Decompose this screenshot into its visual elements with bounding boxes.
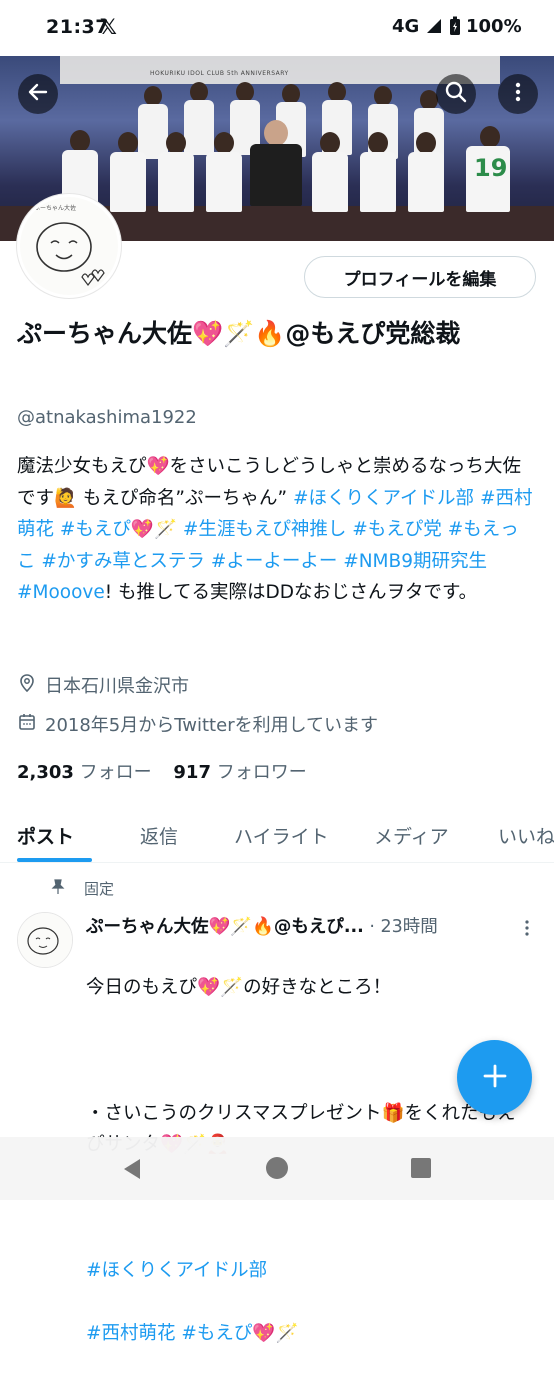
arrow-left-icon bbox=[26, 80, 50, 108]
compose-post-button[interactable] bbox=[457, 1040, 532, 1115]
post-author-name[interactable]: ぷーちゃん大佐💖🪄🔥@もえぴ... bbox=[86, 917, 364, 937]
post-hashtag[interactable]: #西村萌花 bbox=[86, 1323, 176, 1344]
bio-hashtag[interactable]: #かすみ草とステラ bbox=[41, 551, 205, 572]
post-author-avatar[interactable] bbox=[17, 912, 73, 968]
location-pin-icon bbox=[17, 673, 37, 698]
system-navigation-bar bbox=[0, 1137, 554, 1200]
search-icon bbox=[444, 80, 468, 108]
followers-link[interactable]: 917 フォロワー bbox=[173, 762, 306, 783]
profile-joined-date: 2018年5月からTwitterを利用しています bbox=[17, 711, 378, 737]
pinned-indicator: 固定 bbox=[50, 878, 114, 899]
tab-highlights[interactable]: ハイライト bbox=[234, 822, 329, 849]
post-more-icon[interactable] bbox=[518, 918, 536, 942]
search-button[interactable] bbox=[436, 74, 476, 114]
bio-hashtag[interactable]: #もえぴ党 bbox=[352, 519, 442, 540]
post-hashtag[interactable]: #ほくりくアイドル部 bbox=[86, 1260, 267, 1281]
status-bar: 21:37 𝕏 4G 100% bbox=[0, 0, 554, 56]
banner-shirt-number: 19 bbox=[474, 154, 508, 182]
post-hashtag[interactable]: #もえぴ bbox=[181, 1323, 252, 1344]
more-vertical-icon bbox=[506, 80, 530, 108]
bio-hashtag[interactable]: #ほくりくアイドル部 bbox=[293, 488, 474, 509]
battery-percent: 100% bbox=[466, 16, 522, 37]
active-tab-indicator bbox=[17, 858, 92, 862]
tab-replies[interactable]: 返信 bbox=[140, 822, 178, 849]
profile-handle: @atnakashima1922 bbox=[17, 407, 197, 428]
nav-home-icon[interactable] bbox=[264, 1155, 290, 1185]
back-button[interactable] bbox=[18, 74, 58, 114]
post-header: ぷーちゃん大佐💖🪄🔥@もえぴ... · 23時間 bbox=[86, 917, 438, 937]
signal-icon bbox=[426, 18, 442, 38]
battery-icon bbox=[449, 16, 461, 40]
joined-text: 2018年5月からTwitterを利用しています bbox=[45, 715, 379, 736]
calendar-icon bbox=[17, 712, 37, 737]
network-indicator: 4G bbox=[392, 16, 420, 37]
pinned-label: 固定 bbox=[84, 880, 115, 898]
post-timestamp[interactable]: 23時間 bbox=[381, 917, 438, 937]
followers-count: 917 bbox=[173, 762, 211, 783]
profile-display-name: ぷーちゃん大佐💖🪄🔥@もえぴ党総裁 bbox=[17, 319, 461, 348]
followers-label: フォロワー bbox=[216, 762, 307, 783]
location-text: 日本石川県金沢市 bbox=[45, 676, 189, 697]
tab-posts[interactable]: ポスト bbox=[17, 822, 74, 849]
bio-hashtag[interactable]: #生涯もえぴ神推し bbox=[183, 519, 347, 540]
follow-stats: 2,303 フォロー 917 フォロワー bbox=[17, 758, 307, 784]
profile-tabs: ポスト 返信 ハイライト メディア いいね bbox=[0, 810, 554, 863]
bio-text: 💖🪄 bbox=[130, 519, 183, 540]
bio-hashtag[interactable]: #よーよーよー bbox=[211, 551, 338, 572]
post-line: 今日のもえぴ💖🪄の好きなところ！ bbox=[86, 976, 392, 998]
profile-avatar[interactable]: ぷーちゃん大佐 bbox=[17, 194, 121, 298]
bio-hashtag[interactable]: #NMB9期研究生 bbox=[343, 551, 487, 572]
profile-location: 日本石川県金沢市 bbox=[17, 672, 189, 698]
profile-bio: 魔法少女もえぴ💖をさいこうしどうしゃと崇めるなっち大佐です🙋 もえぴ命名”ぷーち… bbox=[17, 451, 537, 609]
pin-icon bbox=[50, 878, 66, 899]
avatar-signature: ぷーちゃん大佐 bbox=[34, 205, 77, 212]
following-count: 2,303 bbox=[17, 762, 74, 783]
x-logo-icon: 𝕏 bbox=[100, 15, 117, 39]
nav-back-icon[interactable] bbox=[120, 1157, 144, 1185]
post-avatar-drawing bbox=[18, 913, 72, 967]
edit-profile-button[interactable]: プロフィールを編集 bbox=[304, 256, 536, 298]
bio-text: ! も推してる実際はDDなおじさんヲタです。 bbox=[104, 582, 478, 603]
bio-hashtag[interactable]: #Mooove bbox=[17, 582, 105, 603]
following-link[interactable]: 2,303 フォロー bbox=[17, 762, 152, 783]
post-hashtag-suffix: 💖🪄 bbox=[252, 1323, 299, 1344]
more-options-button[interactable] bbox=[498, 74, 538, 114]
plus-icon bbox=[482, 1063, 508, 1093]
bio-hashtag[interactable]: #もえぴ bbox=[60, 519, 131, 540]
nav-recents-icon[interactable] bbox=[410, 1157, 432, 1183]
tab-likes[interactable]: いいね bbox=[498, 822, 554, 849]
following-label: フォロー bbox=[79, 762, 152, 783]
tab-media[interactable]: メディア bbox=[374, 822, 449, 849]
